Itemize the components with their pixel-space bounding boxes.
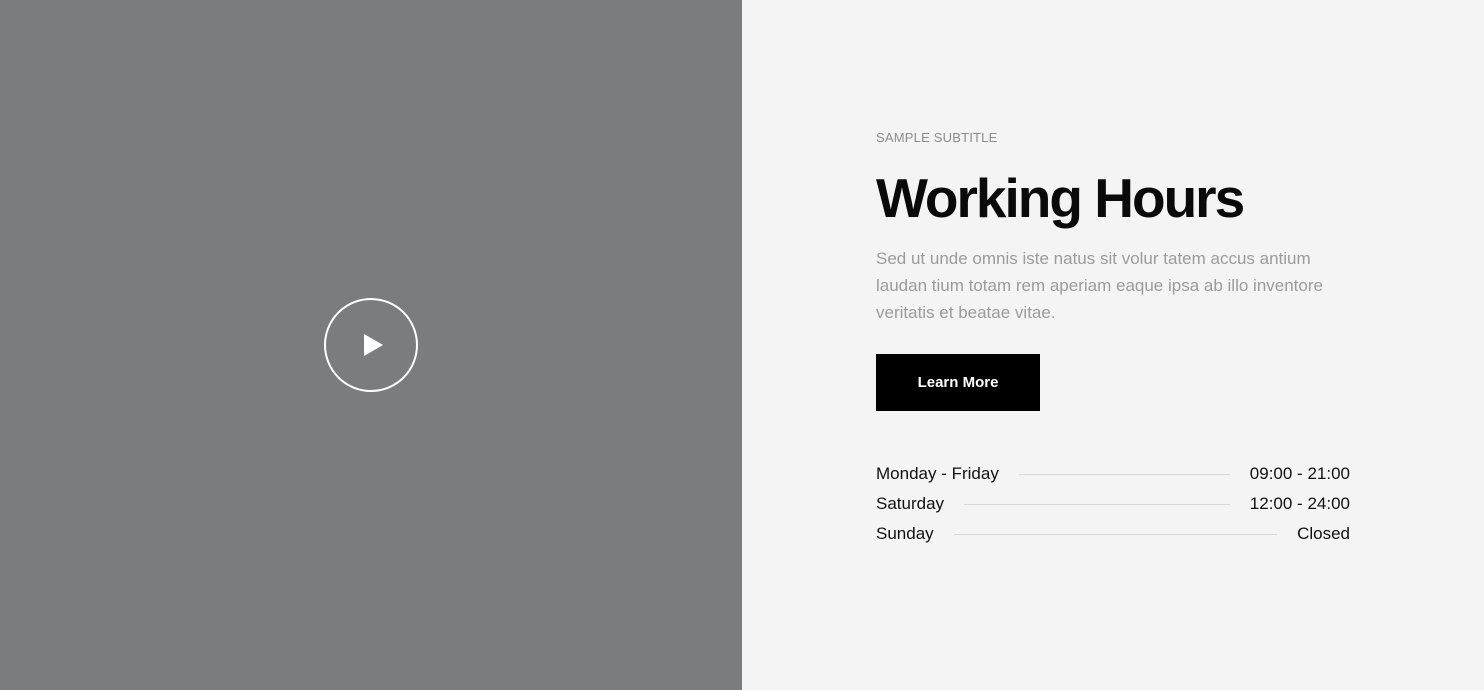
hours-day: Sunday xyxy=(876,524,934,543)
hours-time: 09:00 - 21:00 xyxy=(1249,464,1350,483)
hours-list: Monday - Friday 09:00 - 21:00 Saturday 1… xyxy=(876,453,1350,555)
play-icon xyxy=(364,334,383,356)
working-hours-section: SAMPLE SUBTITLE Working Hours Sed ut und… xyxy=(876,130,1350,555)
dotted-leader-line xyxy=(964,503,1230,505)
section-title: Working Hours xyxy=(876,167,1245,229)
section-subtitle: SAMPLE SUBTITLE xyxy=(876,130,998,145)
hours-row-sunday: Sunday Closed xyxy=(876,513,1350,555)
content-panel: SAMPLE SUBTITLE Working Hours Sed ut und… xyxy=(742,0,1484,690)
play-video-button[interactable] xyxy=(324,298,418,392)
video-panel xyxy=(0,0,742,690)
dotted-leader-line xyxy=(1018,473,1230,475)
learn-more-button[interactable]: Learn More xyxy=(876,354,1040,411)
hours-day: Saturday xyxy=(876,494,945,513)
hours-day: Monday - Friday xyxy=(876,464,999,483)
section-description: Sed ut unde omnis iste natus sit volur t… xyxy=(876,249,1323,322)
hours-time: Closed xyxy=(1297,524,1350,543)
page: SAMPLE SUBTITLE Working Hours Sed ut und… xyxy=(0,0,1484,690)
hours-time: 12:00 - 24:00 xyxy=(1249,494,1350,513)
dotted-leader-line xyxy=(953,533,1278,535)
